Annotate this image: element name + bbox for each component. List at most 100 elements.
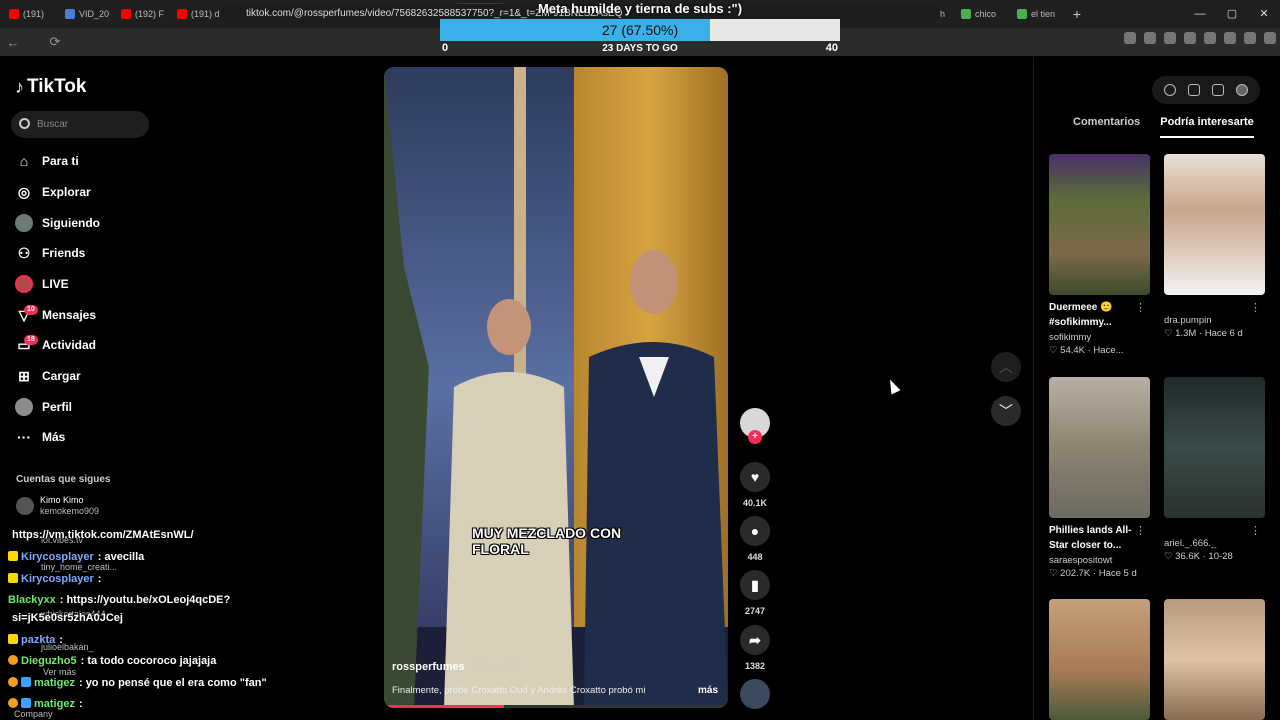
extension-icon[interactable] [1164, 32, 1176, 44]
nav-mas[interactable]: ··· Más [14, 423, 65, 451]
recommended-video-card[interactable]: ⋮ Phillies lands All-Star closer to... s… [1049, 377, 1150, 579]
chat-user: matigez [34, 677, 75, 689]
tab-podria-interesarte[interactable]: Podría interesarte [1160, 116, 1254, 138]
card-author: dra.pumpin [1164, 315, 1212, 326]
likes-count: 40.1K [742, 498, 768, 508]
caption-line: FLORAL [472, 541, 529, 557]
nav-para-ti[interactable]: ⌂ Para ti [14, 147, 79, 175]
post-time: · Hace 3 d [464, 661, 519, 673]
tab-favicon-icon [177, 9, 187, 19]
chat-badge-icon [21, 698, 31, 708]
nav-actividad[interactable]: ▭ 18 Actividad [14, 331, 96, 359]
account-name: Kimo Kimo [40, 495, 84, 505]
tab-favicon-icon [65, 9, 75, 19]
followed-account[interactable]: tiny_home_creati... [41, 562, 117, 573]
search-input[interactable]: Buscar [11, 111, 149, 138]
download-icon[interactable] [1212, 84, 1224, 96]
chat-badge-icon [8, 551, 18, 561]
tiktok-logo[interactable]: ♪ TikTok [15, 76, 86, 98]
browser-tab[interactable]: VID_20 [60, 3, 116, 25]
extension-icon[interactable] [1204, 32, 1216, 44]
next-video-button[interactable]: ﹀ [991, 396, 1021, 426]
save-button[interactable]: ▮ 2747 [738, 570, 772, 616]
chat-message: pazkta: [8, 634, 63, 646]
recommended-video-card[interactable] [1049, 599, 1150, 720]
more-options-icon[interactable]: ⋮ [1250, 524, 1261, 537]
close-window-icon[interactable]: ✕ [1248, 0, 1280, 28]
saves-count: 2747 [744, 606, 766, 616]
chat-user: pazkta [21, 634, 56, 646]
follow-plus-icon[interactable]: + [748, 430, 762, 444]
recommended-video-card[interactable]: ⋮ ariel._.666._ ♡ 36.6K · 10-28 [1164, 377, 1265, 562]
minimize-icon[interactable]: — [1184, 0, 1216, 28]
home-icon: ⌂ [19, 153, 29, 169]
recommended-video-card[interactable] [1164, 599, 1265, 720]
nav-friends[interactable]: ⚇ Friends [14, 239, 86, 267]
shares-count: 1382 [744, 661, 766, 671]
video-thumbnail [1164, 154, 1265, 295]
extension-icon[interactable] [1244, 32, 1256, 44]
nav-explorar[interactable]: ◎ Explorar [14, 178, 91, 206]
chat-badge-icon [8, 573, 18, 583]
nav-mensajes[interactable]: ▽ 10 Mensajes [14, 301, 96, 329]
tab-label: (191) d [191, 9, 220, 19]
browser-tab[interactable]: chico [956, 3, 1012, 25]
recommended-video-card[interactable]: ⋮ Duermeee 🙂 #sofikimmy... sofikimmy ♡ 5… [1049, 154, 1150, 356]
video-player[interactable]: MUY MEZCLADO CON FLORAL rossperfumes · H… [384, 67, 728, 708]
browser-tab[interactable]: (192) F [116, 3, 172, 25]
more-options-icon[interactable]: ⋮ [1135, 301, 1146, 314]
more-options-icon[interactable]: ⋮ [1250, 301, 1261, 314]
tab-favicon-icon [1017, 9, 1027, 19]
tab-label: VID_20 [79, 9, 110, 19]
card-title: Phillies lands All-Star closer to... [1049, 525, 1132, 551]
extension-icon[interactable] [1224, 32, 1236, 44]
compass-icon[interactable] [1164, 84, 1176, 96]
card-author: saraespositowt [1049, 555, 1113, 566]
nav-perfil[interactable]: Perfil [14, 393, 72, 421]
extension-icon[interactable] [1144, 32, 1156, 44]
author-name[interactable]: rossperfumes [392, 661, 465, 673]
creator-avatar[interactable]: + [738, 408, 772, 444]
new-tab-button[interactable]: + [1068, 6, 1086, 22]
chat-badge-icon [8, 677, 18, 687]
comments-count: 448 [747, 552, 763, 562]
nav-label: Perfil [42, 400, 73, 414]
browser-tab[interactable]: (191) [4, 3, 60, 25]
followed-account[interactable]: Kimo Kimo kemokemo909 [16, 495, 99, 517]
back-arrow-icon[interactable]: ← [0, 35, 26, 50]
user-avatar-icon[interactable] [1236, 84, 1248, 96]
more-button[interactable]: más [698, 685, 718, 696]
chat-text: : [59, 634, 63, 646]
goal-title: Meta humilde y tierna de subs :") [537, 1, 743, 16]
extension-icon[interactable] [1184, 32, 1196, 44]
comment-button[interactable]: ● 448 [738, 516, 772, 562]
recommended-video-card[interactable]: ⋮ dra.pumpin ♡ 1.3M · Hace 6 d [1164, 154, 1265, 339]
share-button[interactable]: ➦ 1382 [738, 625, 772, 671]
chat-text: https://vm.tiktok.com/ZMAtEsnWL/ [12, 529, 194, 541]
video-thumbnail [1049, 377, 1150, 518]
browser-tab[interactable]: el tien [1012, 3, 1068, 25]
nav-siguiendo[interactable]: Siguiendo [14, 209, 100, 237]
company-link[interactable]: Company [14, 709, 53, 720]
extension-icon[interactable] [1124, 32, 1136, 44]
phone-icon[interactable] [1188, 84, 1200, 96]
maximize-icon[interactable]: ▢ [1216, 0, 1248, 28]
extension-icon[interactable] [1264, 32, 1276, 44]
more-icon: ··· [17, 429, 31, 445]
chat-badge-icon [21, 677, 31, 687]
video-progress-bar[interactable] [384, 705, 728, 708]
video-author[interactable]: rossperfumes · Hace 3 d [392, 661, 519, 673]
video-thumbnail [1049, 154, 1150, 295]
forward-arrow-icon[interactable]: ⟳ [42, 34, 68, 50]
more-options-icon[interactable]: ⋮ [1135, 524, 1146, 537]
chevron-up-icon: ︿ [999, 359, 1013, 375]
tab-comentarios[interactable]: Comentarios [1049, 116, 1140, 138]
sound-disc[interactable] [738, 679, 772, 709]
nav-live[interactable]: LIVE [14, 270, 69, 298]
window-controls: — ▢ ✕ [1184, 0, 1280, 28]
nav-cargar[interactable]: ⊞ Cargar [14, 362, 81, 390]
chat-user: matigez [34, 698, 75, 710]
previous-video-button[interactable]: ︿ [991, 352, 1021, 382]
nav-label: Para ti [42, 154, 79, 168]
like-button[interactable]: ♥ 40.1K [738, 462, 772, 508]
